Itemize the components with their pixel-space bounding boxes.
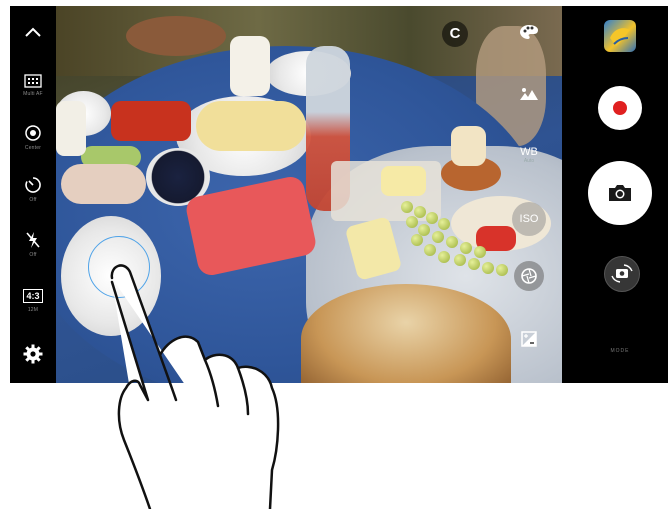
metering-label: Center [24, 145, 42, 151]
camera-icon [609, 185, 631, 201]
left-settings-bar: Multi AF Center Off Off 4:3 12M [10, 6, 56, 383]
grape [496, 264, 508, 276]
cup [230, 36, 270, 96]
flash-button[interactable]: Off [10, 231, 56, 258]
grape [438, 251, 450, 263]
ham-slices [61, 164, 146, 204]
wb-value: Auto [523, 158, 535, 164]
grape [414, 206, 426, 218]
grape [411, 234, 423, 246]
iso-label: ISO [519, 213, 539, 225]
bread-basket [301, 284, 511, 383]
white-balance-button[interactable]: WB Auto [511, 146, 547, 164]
grape [438, 218, 450, 230]
resolution-label: 12M [27, 307, 39, 313]
grape [406, 216, 418, 228]
gear-icon [23, 344, 43, 364]
right-controls-bar: MODE [562, 6, 668, 383]
capture-button[interactable] [588, 161, 652, 225]
melon-slices [196, 101, 306, 151]
gallery-thumbnail[interactable] [604, 20, 636, 52]
timer-icon [25, 177, 41, 193]
chevron-up-icon [25, 27, 41, 37]
focus-mode-label: Multi AF [23, 91, 43, 97]
ratio-badge: 4:3 [23, 289, 43, 303]
grape [454, 254, 466, 266]
shutter-speed-icon [521, 268, 537, 284]
grape [432, 231, 444, 243]
timer-label: Off [29, 197, 37, 203]
scene-icon [520, 88, 538, 100]
cup [56, 101, 86, 156]
record-button[interactable] [598, 86, 642, 130]
focus-mode-button[interactable]: Multi AF [10, 74, 56, 97]
flash-off-icon [26, 232, 40, 248]
grape [482, 262, 494, 274]
flower-pot [126, 16, 226, 56]
grape [446, 236, 458, 248]
gallery-thumbnail-icon [610, 28, 630, 46]
grape [468, 258, 480, 270]
exposure-icon [521, 331, 537, 347]
mode-toggle-button[interactable]: C [442, 21, 468, 47]
iso-button[interactable]: ISO [512, 202, 546, 236]
grape [474, 246, 486, 258]
scene-button[interactable] [518, 86, 540, 107]
cheese [381, 166, 426, 196]
switch-camera-button[interactable] [604, 256, 640, 292]
focus-ring [88, 236, 150, 298]
exposure-button[interactable] [518, 331, 540, 352]
grape [424, 244, 436, 256]
grape [460, 242, 472, 254]
palette-icon [520, 25, 538, 39]
record-icon [613, 101, 627, 115]
settings-button[interactable] [10, 344, 56, 364]
mode-button[interactable]: MODE [582, 339, 658, 357]
filter-button[interactable] [518, 24, 540, 45]
mode-letter: C [449, 25, 461, 42]
shutter-speed-button[interactable] [514, 261, 544, 291]
multi-af-icon [24, 74, 42, 88]
grape [426, 212, 438, 224]
wb-label: WB [520, 146, 538, 158]
tomato-dish [111, 101, 191, 141]
metering-icon [25, 125, 41, 141]
switch-camera-icon [611, 264, 633, 283]
timer-button[interactable]: Off [10, 176, 56, 203]
jar [451, 126, 486, 166]
camera-screen: Multi AF Center Off Off 4:3 12M C WB Aut… [10, 6, 668, 383]
collapse-button[interactable] [10, 26, 56, 38]
mode-label: MODE [610, 348, 630, 354]
viewfinder[interactable]: C WB Auto ISO [56, 6, 562, 383]
metering-button[interactable]: Center [10, 124, 56, 151]
ratio-button[interactable]: 4:3 12M [10, 286, 56, 313]
grape [401, 201, 413, 213]
flash-label: Off [29, 252, 37, 258]
